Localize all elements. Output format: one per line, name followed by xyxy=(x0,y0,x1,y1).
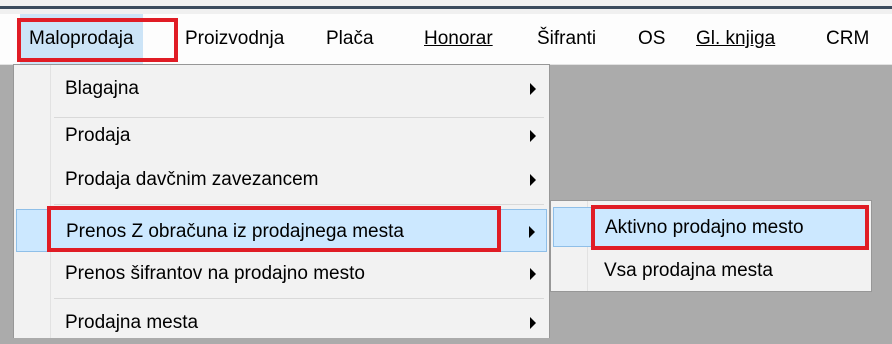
menu-os[interactable]: OS xyxy=(629,14,674,64)
submenu-arrow-icon xyxy=(530,83,536,95)
menu-item-blagajna-label: Blagajna xyxy=(65,78,139,99)
menu-item-prodaja[interactable]: Prodaja xyxy=(16,114,547,157)
submenu-arrow-icon xyxy=(529,226,535,238)
maloprodaja-dropdown: Blagajna Prodaja Prodaja davčnim zavezan… xyxy=(13,64,550,338)
menu-proizvodnja[interactable]: Proizvodnja xyxy=(176,14,293,64)
annotation-box-prenos-z-obracuna xyxy=(47,206,501,252)
menu-item-prenos-sifrantov[interactable]: Prenos šifrantov na prodajno mesto xyxy=(16,252,547,295)
window-top-border xyxy=(0,6,892,9)
menu-sifranti[interactable]: Šifranti xyxy=(528,14,605,64)
menu-honorar[interactable]: Honorar xyxy=(415,14,502,64)
menu-item-prenos-sifrantov-label: Prenos šifrantov na prodajno mesto xyxy=(65,263,365,284)
menu-crm[interactable]: CRM xyxy=(817,14,878,64)
menu-placa-label: Plača xyxy=(326,28,374,49)
menu-separator xyxy=(54,298,544,299)
menu-gl-knjiga-label: Gl. knjiga xyxy=(696,28,776,49)
submenu-arrow-icon xyxy=(530,130,536,142)
submenu-arrow-icon xyxy=(530,174,536,186)
annotation-box-aktivno-prodajno-mesto xyxy=(591,205,869,250)
submenu-arrow-icon xyxy=(530,317,536,329)
menu-separator xyxy=(54,204,544,205)
menu-honorar-label: Honorar xyxy=(424,28,493,49)
menu-placa[interactable]: Plača xyxy=(317,14,383,64)
annotation-box-maloprodaja xyxy=(17,18,178,62)
menu-sifranti-label: Šifranti xyxy=(537,28,597,49)
menu-item-prodaja-davcnim-zavezancem[interactable]: Prodaja davčnim zavezancem xyxy=(16,158,547,201)
menu-proizvodnja-label: Proizvodnja xyxy=(185,28,285,49)
menu-os-label: OS xyxy=(638,28,666,49)
submenu-item-vsa-prodajna-mesta[interactable]: Vsa prodajna mesta xyxy=(553,251,869,291)
submenu-item-vsa-prodajna-mesta-label: Vsa prodajna mesta xyxy=(604,260,773,281)
menu-crm-label: CRM xyxy=(826,28,870,49)
menu-item-blagajna[interactable]: Blagajna xyxy=(16,67,547,110)
menu-gl-knjiga[interactable]: Gl. knjiga xyxy=(687,14,784,64)
submenu-arrow-icon xyxy=(530,268,536,280)
menu-item-prodaja-davcnim-zavezancem-label: Prodaja davčnim zavezancem xyxy=(65,169,319,190)
menu-item-prodaja-label: Prodaja xyxy=(65,125,131,146)
